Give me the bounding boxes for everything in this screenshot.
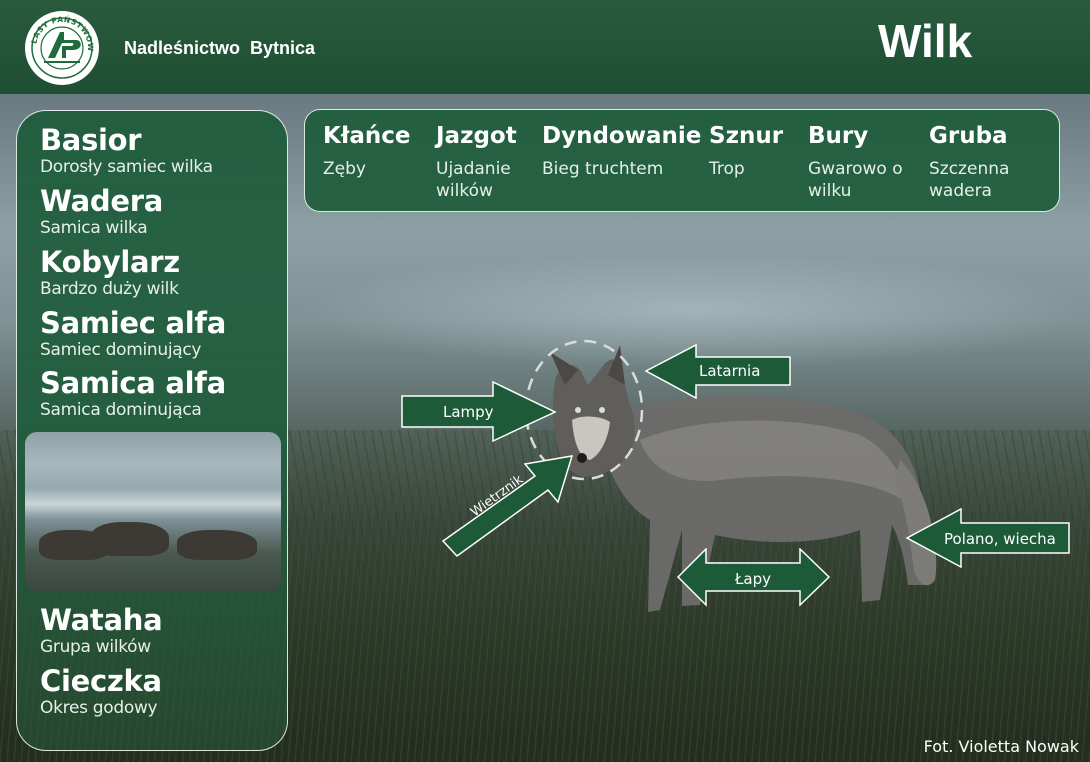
term-name: Wadera (40, 184, 164, 218)
latarnia-label: Latarnia (699, 362, 761, 380)
term-name: Cieczka (40, 664, 162, 698)
lasy-panstwowe-logo: LASY PAŃSTWOWE (24, 10, 99, 85)
vocab-klance: Kłańce Zęby (323, 120, 423, 180)
lampy-label: Lampy (443, 403, 494, 421)
term-desc: Bardzo duży wilk (40, 279, 179, 299)
vocab-dyndowanie: Dyndowanie Bieg truchtem (542, 120, 702, 180)
term-samica-alfa: Samica alfa Samica dominująca (40, 366, 226, 420)
vocab-desc: Szczenna wadera (929, 159, 1010, 201)
vocab-name: Kłańce (323, 123, 411, 149)
term-desc: Okres godowy (40, 698, 158, 718)
lapy-label: Łapy (735, 570, 772, 588)
vocab-name: Gruba (929, 123, 1008, 149)
term-name: Samica alfa (40, 366, 226, 400)
photo-credit: Fot. Violetta Nowak (923, 737, 1079, 756)
pack-wolf (177, 530, 257, 560)
term-wataha: Wataha Grupa wilków (40, 603, 163, 657)
vocab-jazgot: Jazgot Ujadanie wilków (436, 120, 532, 202)
term-desc: Samica wilka (40, 218, 148, 238)
vocab-sznur: Sznur Trop (709, 120, 799, 180)
vocab-bury: Bury Gwarowo o wilku (808, 120, 908, 202)
pack-wolf (91, 522, 169, 556)
vocab-name: Jazgot (436, 123, 517, 149)
term-wadera: Wadera Samica wilka (40, 184, 163, 238)
org-name: Nadleśnictwo Bytnica (124, 38, 316, 58)
wolf-pack-photo (25, 432, 281, 592)
term-desc: Samica dominująca (40, 400, 202, 420)
vocab-name: Dyndowanie (542, 123, 702, 149)
term-name: Basior (40, 123, 142, 157)
vocab-desc: Zęby (323, 159, 366, 179)
header: LASY PAŃSTWOWE Nadleśnictwo Bytnica Wilk (0, 0, 1090, 94)
term-name: Samiec alfa (40, 306, 226, 340)
term-name: Wataha (40, 603, 163, 637)
term-basior: Basior Dorosły samiec wilka (40, 123, 213, 177)
wietrznik-arrow (441, 455, 574, 557)
term-samiec-alfa: Samiec alfa Samiec dominujący (40, 306, 226, 360)
page-title: Wilk (878, 15, 973, 67)
vocab-name: Bury (808, 123, 869, 149)
polano-label: Polano, wiecha (944, 530, 1056, 548)
vocab-desc: Trop (709, 159, 745, 179)
vocabulary-box: Kłańce Zęby Jazgot Ujadanie wilków Dyndo… (304, 109, 1060, 212)
term-kobylarz: Kobylarz Bardzo duży wilk (40, 245, 180, 299)
vocab-name: Sznur (709, 123, 784, 149)
vocab-gruba: Gruba Szczenna wadera (929, 120, 1039, 202)
term-desc: Samiec dominujący (40, 340, 202, 360)
vocab-desc: Bieg truchtem (542, 159, 664, 179)
vocab-desc: Ujadanie wilków (436, 159, 511, 201)
terms-panel: Basior Dorosły samiec wilka Wadera Samic… (16, 110, 288, 751)
term-desc: Dorosły samiec wilka (40, 157, 213, 177)
vocab-desc: Gwarowo o wilku (808, 159, 903, 201)
term-cieczka: Cieczka Okres godowy (40, 664, 162, 718)
term-name: Kobylarz (40, 245, 180, 279)
term-desc: Grupa wilków (40, 637, 151, 657)
